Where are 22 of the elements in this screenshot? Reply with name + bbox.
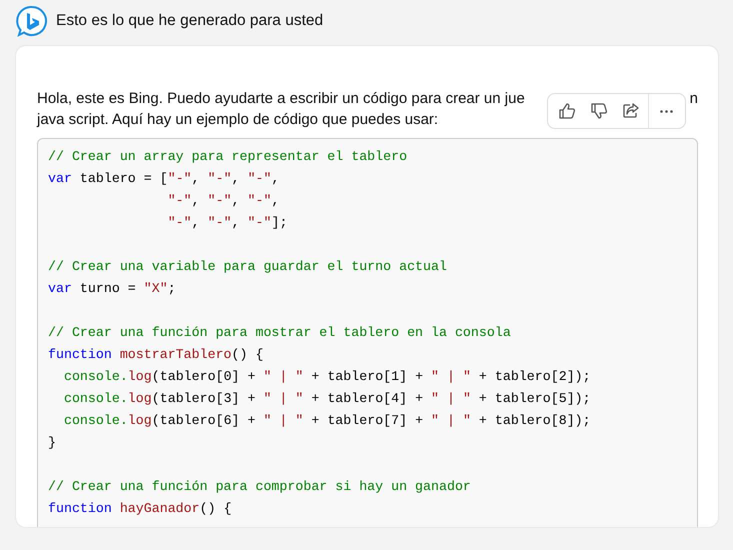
code-line: function mostrarTablero() {: [48, 346, 264, 364]
chat-heading: Esto es lo que he generado para usted: [56, 12, 324, 30]
thumbs-up-icon: [557, 101, 577, 121]
more-icon: [660, 110, 672, 112]
code-line: console.log(tablero[0] + " | " + tablero[1] + " | " + tablero[2]);: [62, 368, 592, 386]
message-text: java script. Aquí hay un ejemplo de código que puedes usar:: [37, 111, 438, 128]
code-line: var turno = "X";: [48, 280, 177, 298]
code-line: }: [48, 434, 57, 452]
code-line: "-", "-", "-"];: [166, 214, 288, 232]
code-line: // Crear una función para comprobar si hay un ganador: [48, 478, 472, 496]
code-line: // Crear una función para mostrar el tablero en la consola: [48, 324, 512, 342]
message-text: Hola, este es Bing. Puedo ayudarte a escribir un código para crear un jue: [37, 89, 525, 109]
logo-icon: [16, 5, 48, 37]
code-line: var tablero = ["-", "-", "-",: [48, 170, 280, 188]
message-text: n: [690, 89, 698, 109]
code-line: function hayGanador() {: [48, 500, 233, 518]
code-line: console.log(tablero[6] + " | " + tablero[7] + " | " + tablero[8]);: [62, 412, 592, 430]
thumbs-down-icon: [589, 101, 609, 121]
code-line: // Crear una variable para guardar el turno actual: [48, 258, 448, 276]
code-line: "-", "-", "-",: [166, 192, 280, 210]
code-line: console.log(tablero[3] + " | " + tablero[4] + " | " + tablero[5]);: [62, 390, 592, 408]
code-line: // Crear un array para representar el tablero: [48, 148, 408, 166]
